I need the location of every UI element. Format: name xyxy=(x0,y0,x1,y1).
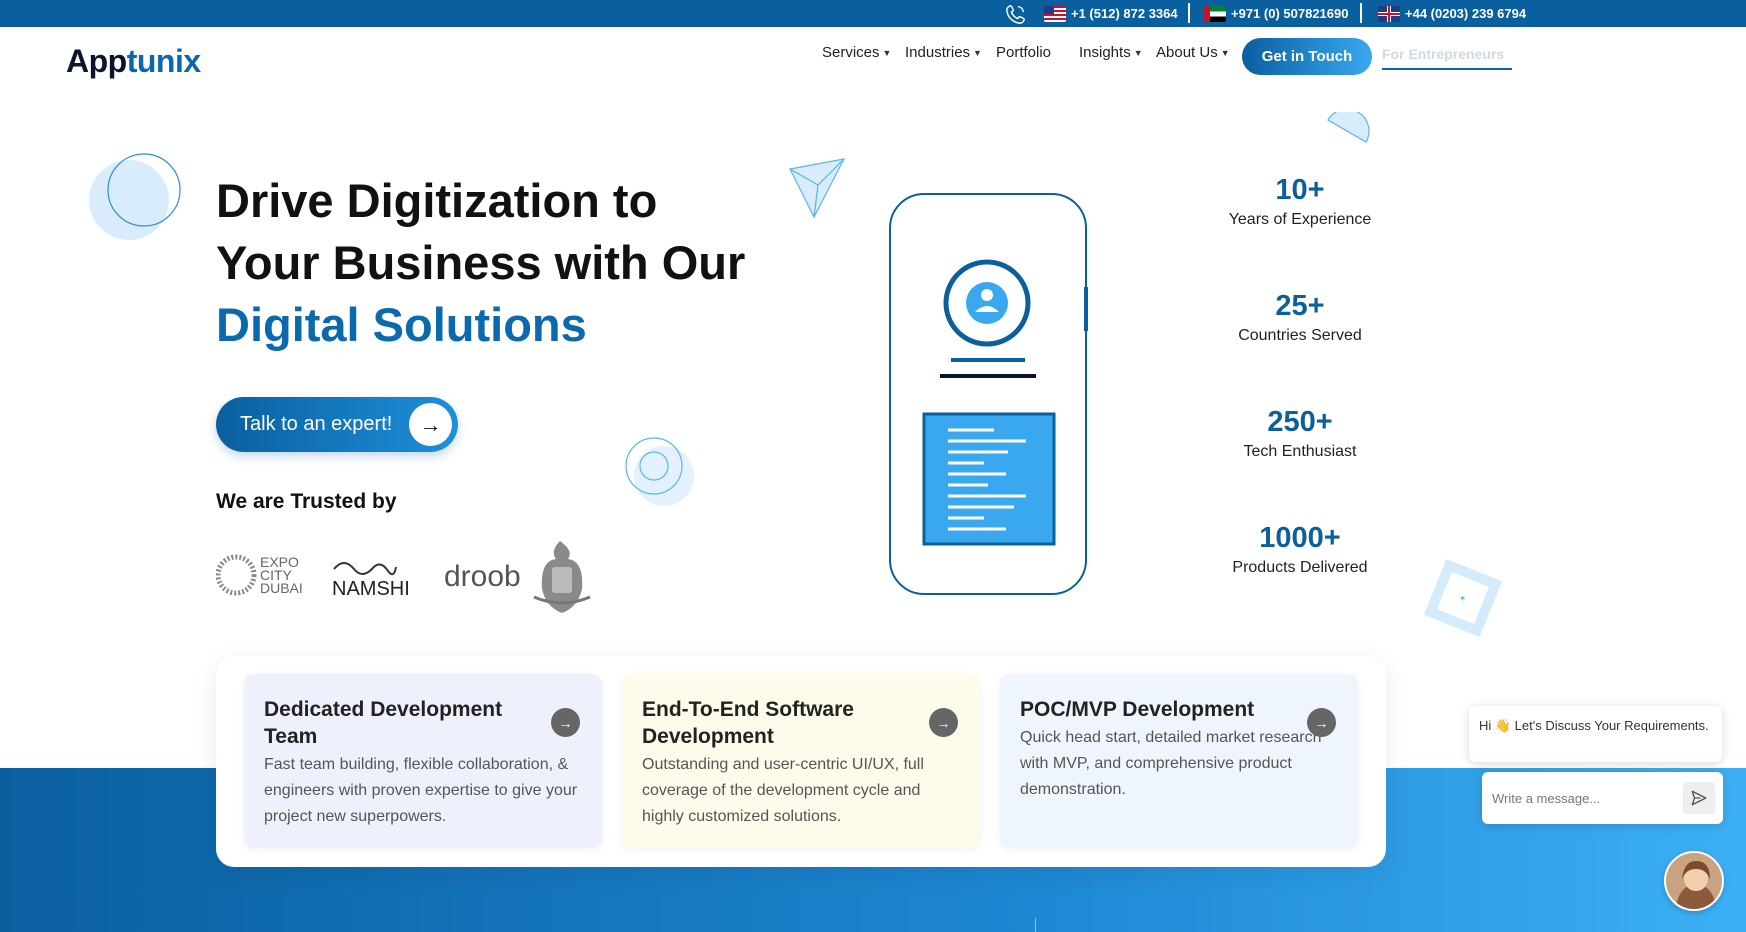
chat-agent-avatar[interactable] xyxy=(1664,851,1724,911)
stat-label: Countries Served xyxy=(1238,327,1362,344)
phone-number: +1 (512) 872 3364 xyxy=(1071,6,1178,21)
card-poc-mvp[interactable]: POC/MVP Development Quick head start, de… xyxy=(1000,674,1358,848)
phone-us[interactable]: +1 (512) 872 3364 xyxy=(1044,0,1178,27)
paper-plane-icon xyxy=(789,158,846,219)
card-title: POC/MVP Development xyxy=(1020,698,1255,721)
stat-label: Products Delivered xyxy=(1232,559,1368,576)
logo-text: Apptunix xyxy=(66,43,201,79)
arrow-right-icon: → xyxy=(409,403,452,446)
decorative-square: * xyxy=(1423,558,1503,638)
us-flag-icon xyxy=(1044,5,1066,22)
stat-value: 25+ xyxy=(1275,290,1325,322)
arrow-right-icon[interactable]: → xyxy=(551,708,580,737)
phone-uae[interactable]: +971 (0) 507821690 xyxy=(1204,0,1348,27)
phone-mockup-illustration xyxy=(889,193,1088,595)
uae-emblem-logo xyxy=(533,541,591,613)
stat-products: 1000+ Products Delivered xyxy=(1200,522,1400,577)
for-entrepreneurs-link[interactable]: For Entrepreneurs xyxy=(1382,46,1512,70)
svg-text:NAMSHI: NAMSHI xyxy=(332,578,410,600)
stat-value: 10+ xyxy=(1275,174,1325,206)
nav-industries[interactable]: Industries ▼ xyxy=(905,44,982,61)
nav-services[interactable]: Services ▼ xyxy=(822,44,891,61)
stat-value: 1000+ xyxy=(1259,522,1341,554)
card-description: Quick head start, detailed market resear… xyxy=(1020,729,1322,798)
expo-city-dubai-logo: EXPO CITY DUBAI xyxy=(216,554,303,596)
talk-to-expert-button[interactable]: Talk to an expert! → xyxy=(216,397,458,452)
decorative-circles xyxy=(89,153,181,240)
send-icon[interactable] xyxy=(1683,782,1715,814)
stat-label: Years of Experience xyxy=(1228,211,1372,228)
top-contact-bar: +1 (512) 872 3364 +971 (0) 507821690 +44… xyxy=(0,0,1746,27)
chat-message-input[interactable] xyxy=(1492,784,1672,812)
card-description: Fast team building, flexible collaborati… xyxy=(264,756,578,825)
card-end-to-end[interactable]: End-To-End Software Development Outstand… xyxy=(622,674,980,848)
divider xyxy=(1360,3,1362,23)
caret-down-icon: ▼ xyxy=(882,47,892,58)
nav-about-us[interactable]: About Us ▼ xyxy=(1156,44,1230,61)
stat-value: 250+ xyxy=(1267,406,1333,438)
arrow-right-icon[interactable]: → xyxy=(1307,708,1336,737)
card-description: Outstanding and user-centric UI/UX, full… xyxy=(642,756,924,825)
stat-countries: 25+ Countries Served xyxy=(1200,290,1400,345)
apptunix-logo[interactable]: Apptunix xyxy=(66,32,201,80)
arrow-right-icon[interactable]: → xyxy=(929,708,958,737)
card-title: End-To-End Software Development xyxy=(642,698,854,748)
stat-years: 10+ Years of Experience xyxy=(1200,174,1400,229)
uae-flag-icon xyxy=(1204,5,1226,22)
nav-portfolio[interactable]: Portfolio xyxy=(996,44,1051,61)
stat-tech: 250+ Tech Enthusiast xyxy=(1200,406,1400,461)
svg-text:droob: droob xyxy=(444,560,521,593)
caret-down-icon: ▼ xyxy=(1220,47,1230,58)
phone-number: +971 (0) 507821690 xyxy=(1231,6,1349,21)
decorative-semicircle xyxy=(1327,112,1370,143)
chat-greeting-bubble: Hi 👋 Let's Discuss Your Requirements. xyxy=(1469,706,1722,762)
get-in-touch-button[interactable]: Get in Touch xyxy=(1242,38,1372,75)
button-label: Talk to an expert! xyxy=(240,413,393,435)
droob-logo: droob xyxy=(444,560,521,593)
decorative-circles-small xyxy=(625,437,694,506)
phone-icon xyxy=(1006,5,1025,24)
phone-uk[interactable]: +44 (0203) 239 6794 xyxy=(1378,0,1526,27)
hero-title: Drive Digitization to Your Business with… xyxy=(216,174,746,351)
uk-flag-icon xyxy=(1378,5,1400,22)
nav-insights[interactable]: Insights ▼ xyxy=(1079,44,1143,61)
page: +1 (512) 872 3364 +971 (0) 507821690 +44… xyxy=(0,0,1746,932)
divider xyxy=(1188,3,1190,23)
svg-text:*: * xyxy=(1460,595,1465,606)
client-logos: EXPO CITY DUBAI NAMSHI droob xyxy=(216,541,591,613)
services-cards: Dedicated Development Team Fast team bui… xyxy=(216,656,1386,867)
caret-down-icon: ▼ xyxy=(973,47,982,58)
stat-label: Tech Enthusiast xyxy=(1243,443,1357,460)
trusted-by-heading: We are Trusted by xyxy=(216,490,397,513)
phone-number: +44 (0203) 239 6794 xyxy=(1405,6,1527,21)
card-dedicated-team[interactable]: Dedicated Development Team Fast team bui… xyxy=(244,674,602,848)
divider xyxy=(1035,918,1036,932)
card-title: Dedicated Development Team xyxy=(264,698,503,748)
svg-text:DUBAI: DUBAI xyxy=(260,580,303,596)
chat-input-box xyxy=(1482,772,1723,824)
caret-down-icon: ▼ xyxy=(1133,47,1143,58)
namshi-logo: NAMSHI xyxy=(332,562,410,600)
